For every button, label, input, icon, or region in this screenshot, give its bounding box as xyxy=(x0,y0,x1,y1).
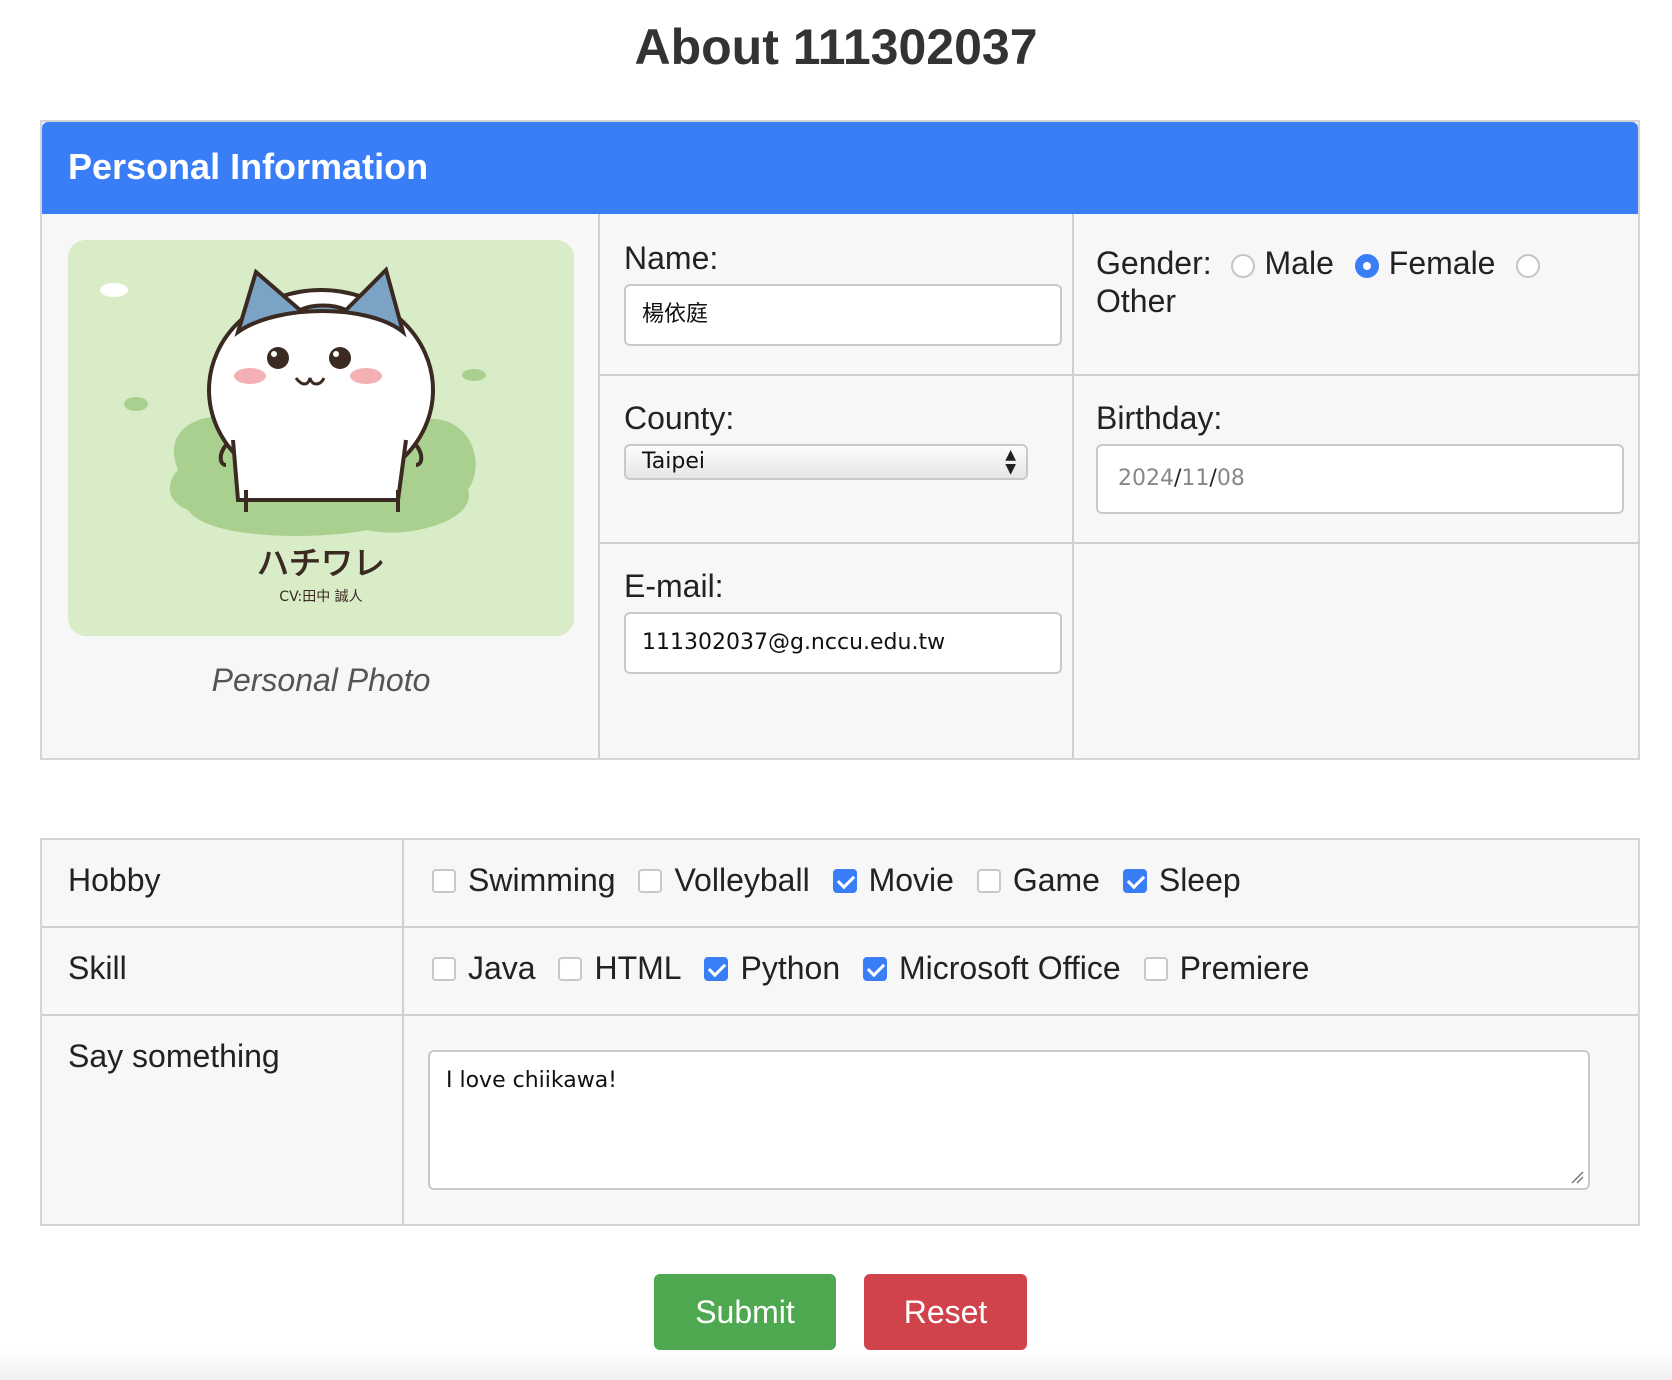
skill-office-label[interactable]: Microsoft Office xyxy=(899,950,1121,986)
personal-photo: ハチワレ CV:田中 誠人 xyxy=(68,240,574,636)
hobby-game-checkbox[interactable] xyxy=(976,868,1001,893)
date-separator: / xyxy=(1209,466,1217,491)
page-title: About 111302037 xyxy=(634,19,1038,75)
skill-label: Skill xyxy=(68,950,127,986)
skill-java-checkbox[interactable] xyxy=(432,956,456,981)
name-label: Name: xyxy=(624,240,719,276)
divider xyxy=(1072,214,1074,758)
skill-options: Java HTML Python Microsoft Office Premie… xyxy=(432,950,1323,987)
resize-handle-icon[interactable] xyxy=(1570,1170,1584,1184)
say-something-label: Say something xyxy=(68,1038,280,1074)
hobby-options: Swimming Volleyball Movie Game Sleep xyxy=(432,862,1255,899)
skill-html-checkbox[interactable] xyxy=(558,956,583,981)
gender-field: Gender: Male Female Other xyxy=(1096,244,1586,320)
skill-office-checkbox[interactable] xyxy=(863,956,887,981)
reset-button[interactable]: Reset xyxy=(864,1274,1027,1350)
say-something-value: I love chiikawa! xyxy=(446,1068,617,1093)
divider xyxy=(598,542,1640,544)
hobby-movie-label[interactable]: Movie xyxy=(869,862,954,898)
gender-male-label[interactable]: Male xyxy=(1265,245,1334,281)
hobby-swimming-label[interactable]: Swimming xyxy=(468,862,616,898)
county-selected-value: Taipei xyxy=(642,449,706,474)
gender-male-radio[interactable] xyxy=(1230,253,1255,278)
photo-caption: Personal Photo xyxy=(211,662,431,698)
county-label: County: xyxy=(624,400,735,436)
birthday-label: Birthday: xyxy=(1096,400,1223,436)
gender-other-radio[interactable] xyxy=(1516,253,1541,278)
personal-info-panel: Personal Information ハチワレ CV:田中 誠人 Perso… xyxy=(40,120,1640,760)
hobby-movie-checkbox[interactable] xyxy=(832,868,857,893)
gender-other-label[interactable]: Other xyxy=(1096,283,1176,319)
skill-premiere-checkbox[interactable] xyxy=(1143,956,1168,981)
photo-name-text: ハチワレ xyxy=(256,544,385,582)
photo-cv-text: CV:田中 誠人 xyxy=(279,589,363,605)
preferences-table: Hobby Swimming Volleyball Movie Game Sle… xyxy=(40,838,1640,1226)
hobby-sleep-checkbox[interactable] xyxy=(1122,868,1147,893)
divider xyxy=(598,214,600,758)
gender-female-label[interactable]: Female xyxy=(1389,245,1496,281)
email-label: E-mail: xyxy=(624,568,724,604)
gender-female-radio[interactable] xyxy=(1354,253,1379,278)
hobby-sleep-label[interactable]: Sleep xyxy=(1159,862,1241,898)
page-bottom-edge xyxy=(0,1350,1672,1380)
hobby-volleyball-label[interactable]: Volleyball xyxy=(674,862,809,898)
say-something-textarea[interactable]: I love chiikawa! xyxy=(428,1050,1590,1190)
skill-java-label[interactable]: Java xyxy=(468,950,536,986)
birthday-year[interactable]: 2024 xyxy=(1118,466,1174,491)
name-input[interactable]: 楊依庭 xyxy=(624,284,1062,346)
skill-python-label[interactable]: Python xyxy=(740,950,840,986)
panel-header: Personal Information xyxy=(42,122,1638,214)
divider xyxy=(598,374,1640,376)
gender-label: Gender: xyxy=(1096,245,1212,281)
skill-html-label[interactable]: HTML xyxy=(594,950,681,986)
birthday-month[interactable]: 11 xyxy=(1181,466,1209,491)
hobby-label: Hobby xyxy=(68,862,161,898)
birthday-input[interactable]: 2024/11/08 xyxy=(1096,444,1624,514)
divider xyxy=(402,840,404,1224)
select-arrows-icon: ▲ ▼ xyxy=(1005,447,1016,477)
birthday-day[interactable]: 08 xyxy=(1217,466,1245,491)
page: About 111302037 Personal Information ハチワ… xyxy=(0,0,1672,1380)
divider xyxy=(42,1014,1638,1016)
skill-python-checkbox[interactable] xyxy=(704,956,729,981)
submit-button[interactable]: Submit xyxy=(654,1274,836,1350)
hobby-game-label[interactable]: Game xyxy=(1013,862,1100,898)
hobby-swimming-checkbox[interactable] xyxy=(432,868,456,893)
skill-premiere-label[interactable]: Premiere xyxy=(1180,950,1310,986)
hobby-volleyball-checkbox[interactable] xyxy=(638,868,663,893)
divider xyxy=(42,926,1638,928)
email-input[interactable]: 111302037@g.nccu.edu.tw xyxy=(624,612,1062,674)
county-select[interactable]: Taipei ▲ ▼ xyxy=(624,444,1028,480)
